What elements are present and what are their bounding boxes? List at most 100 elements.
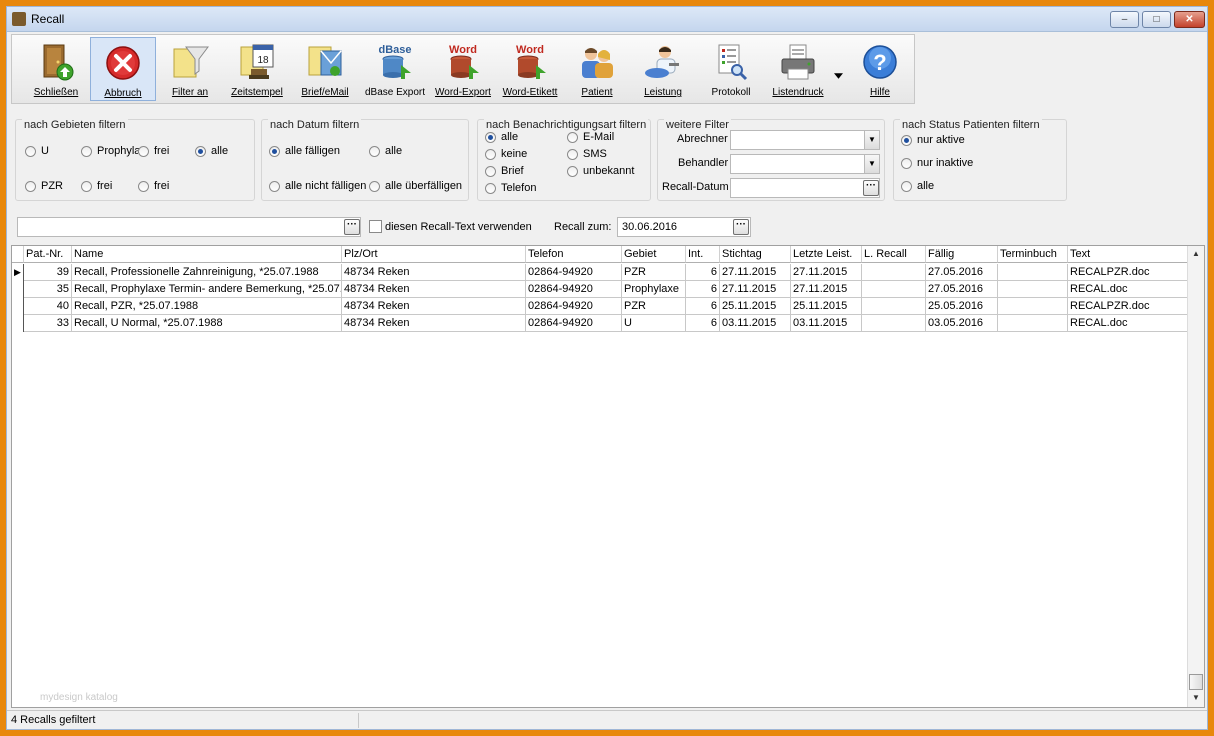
recall-text-ellipsis-button[interactable]: ··· <box>344 219 360 235</box>
recall-datum-field[interactable] <box>730 178 880 198</box>
maximize-button[interactable]: □ <box>1142 11 1171 28</box>
recall-datum-ellipsis-button[interactable]: ··· <box>863 180 879 196</box>
dbase-export-button[interactable]: dBase dBase Export <box>362 37 428 101</box>
word-etikett-button[interactable]: Word Word-Etikett <box>498 37 562 101</box>
abrechner-combo[interactable] <box>730 130 880 150</box>
cell-faellig[interactable]: 03.05.2016 <box>926 315 998 332</box>
cell-stichtag[interactable]: 27.11.2015 <box>720 281 791 298</box>
cell-plz-ort[interactable]: 48734 Reken <box>342 315 526 332</box>
cell-terminbuch[interactable] <box>998 281 1068 298</box>
cell-text[interactable]: RECALPZR.doc <box>1068 298 1188 315</box>
cell-terminbuch[interactable] <box>998 298 1068 315</box>
abrechner-dropdown-icon[interactable]: ▼ <box>864 131 879 149</box>
column-header-plz-ort[interactable]: Plz/Ort <box>342 246 526 263</box>
cell-l-recall[interactable] <box>862 298 926 315</box>
recall-text-checkbox[interactable] <box>369 220 382 233</box>
cell-name[interactable]: Recall, PZR, *25.07.1988 <box>72 298 342 315</box>
cell-pat-nr[interactable]: 40 <box>24 298 72 315</box>
cell-telefon[interactable]: 02864-94920 <box>526 281 622 298</box>
close-window-button[interactable]: ✕ <box>1174 11 1205 28</box>
cell-faellig[interactable]: 25.05.2016 <box>926 298 998 315</box>
column-header-text[interactable]: Text <box>1068 246 1188 263</box>
cell-l-recall[interactable] <box>862 264 926 281</box>
cell-l-recall[interactable] <box>862 281 926 298</box>
scroll-up-icon[interactable]: ▲ <box>1189 246 1203 262</box>
cell-plz-ort[interactable]: 48734 Reken <box>342 298 526 315</box>
row-indicator[interactable] <box>12 281 24 298</box>
cell-terminbuch[interactable] <box>998 315 1068 332</box>
cell-l-recall[interactable] <box>862 315 926 332</box>
cell-pat-nr[interactable]: 35 <box>24 281 72 298</box>
listendruck-button[interactable]: Listendruck <box>766 37 830 101</box>
column-header-faellig[interactable]: Fällig <box>926 246 998 263</box>
hilfe-button[interactable]: ? Hilfe <box>850 37 910 101</box>
column-header-letzte-leist[interactable]: Letzte Leist. <box>791 246 862 263</box>
listendruck-dropdown[interactable] <box>832 37 846 101</box>
cell-name[interactable]: Recall, Prophylaxe Termin- andere Bemerk… <box>72 281 342 298</box>
cell-faellig[interactable]: 27.05.2016 <box>926 281 998 298</box>
cell-name[interactable]: Recall, Professionelle Zahnreinigung, *2… <box>72 264 342 281</box>
cell-int[interactable]: 6 <box>686 315 720 332</box>
row-indicator[interactable] <box>12 315 24 332</box>
vertical-scrollbar[interactable]: ▲ ▼ <box>1187 246 1204 707</box>
protokoll-button[interactable]: Protokoll <box>700 37 762 101</box>
abbruch-button[interactable]: Abbruch <box>90 37 156 101</box>
cell-gebiet[interactable]: Prophylaxe <box>622 281 686 298</box>
cell-telefon[interactable]: 02864-94920 <box>526 298 622 315</box>
row-indicator[interactable] <box>12 298 24 315</box>
behandler-combo[interactable] <box>730 154 880 174</box>
cell-faellig[interactable]: 27.05.2016 <box>926 264 998 281</box>
cell-text[interactable]: RECALPZR.doc <box>1068 264 1188 281</box>
brief-email-label: Brief/eMail <box>301 87 349 98</box>
cell-letzte-leist[interactable]: 03.11.2015 <box>791 315 862 332</box>
filter-an-button[interactable]: Filter an <box>160 37 220 101</box>
cell-plz-ort[interactable]: 48734 Reken <box>342 281 526 298</box>
cell-gebiet[interactable]: PZR <box>622 298 686 315</box>
cell-text[interactable]: RECAL.doc <box>1068 281 1188 298</box>
column-header-l-recall[interactable]: L. Recall <box>862 246 926 263</box>
cell-gebiet[interactable]: U <box>622 315 686 332</box>
cell-pat-nr[interactable]: 39 <box>24 264 72 281</box>
cell-int[interactable]: 6 <box>686 264 720 281</box>
schliessen-button[interactable]: Schließen <box>26 37 86 101</box>
scroll-thumb[interactable] <box>1189 674 1203 690</box>
behandler-label: Behandler <box>678 157 729 169</box>
cell-stichtag[interactable]: 25.11.2015 <box>720 298 791 315</box>
column-header-stichtag[interactable]: Stichtag <box>720 246 791 263</box>
column-header-int[interactable]: Int. <box>686 246 720 263</box>
patient-button[interactable]: Patient <box>566 37 628 101</box>
cell-text[interactable]: RECAL.doc <box>1068 315 1188 332</box>
watermark-text: mydesign katalog <box>40 692 118 703</box>
cell-letzte-leist[interactable]: 27.11.2015 <box>791 281 862 298</box>
cell-int[interactable]: 6 <box>686 281 720 298</box>
column-header-name[interactable]: Name <box>72 246 342 263</box>
scroll-down-icon[interactable]: ▼ <box>1189 690 1203 706</box>
cell-pat-nr[interactable]: 33 <box>24 315 72 332</box>
cell-stichtag[interactable]: 27.11.2015 <box>720 264 791 281</box>
cell-int[interactable]: 6 <box>686 298 720 315</box>
cell-terminbuch[interactable] <box>998 264 1068 281</box>
column-header-telefon[interactable]: Telefon <box>526 246 622 263</box>
behandler-dropdown-icon[interactable]: ▼ <box>864 155 879 173</box>
cell-stichtag[interactable]: 03.11.2015 <box>720 315 791 332</box>
minimize-button[interactable]: – <box>1110 11 1139 28</box>
brief-email-button[interactable]: Brief/eMail <box>294 37 356 101</box>
weitere-filter-group: weitere Filter Abrechner ▼ Behandler ▼ R… <box>657 119 885 201</box>
recall-zum-ellipsis-button[interactable]: ··· <box>733 219 749 235</box>
zeitstempel-button[interactable]: 18 Zeitstempel <box>226 37 288 101</box>
cell-telefon[interactable]: 02864-94920 <box>526 264 622 281</box>
leistung-button[interactable]: Leistung <box>632 37 694 101</box>
cell-letzte-leist[interactable]: 25.11.2015 <box>791 298 862 315</box>
column-header-terminbuch[interactable]: Terminbuch <box>998 246 1068 263</box>
word-export-button[interactable]: Word Word-Export <box>432 37 494 101</box>
recall-text-field[interactable] <box>17 217 361 237</box>
column-header-gebiet[interactable]: Gebiet <box>622 246 686 263</box>
cell-telefon[interactable]: 02864-94920 <box>526 315 622 332</box>
cell-plz-ort[interactable]: 48734 Reken <box>342 264 526 281</box>
cell-letzte-leist[interactable]: 27.11.2015 <box>791 264 862 281</box>
row-indicator[interactable]: ▶ <box>12 264 24 281</box>
recall-zum-field[interactable]: 30.06.2016 <box>617 217 751 237</box>
cell-gebiet[interactable]: PZR <box>622 264 686 281</box>
cell-name[interactable]: Recall, U Normal, *25.07.1988 <box>72 315 342 332</box>
column-header-pat-nr[interactable]: Pat.-Nr. <box>24 246 72 263</box>
